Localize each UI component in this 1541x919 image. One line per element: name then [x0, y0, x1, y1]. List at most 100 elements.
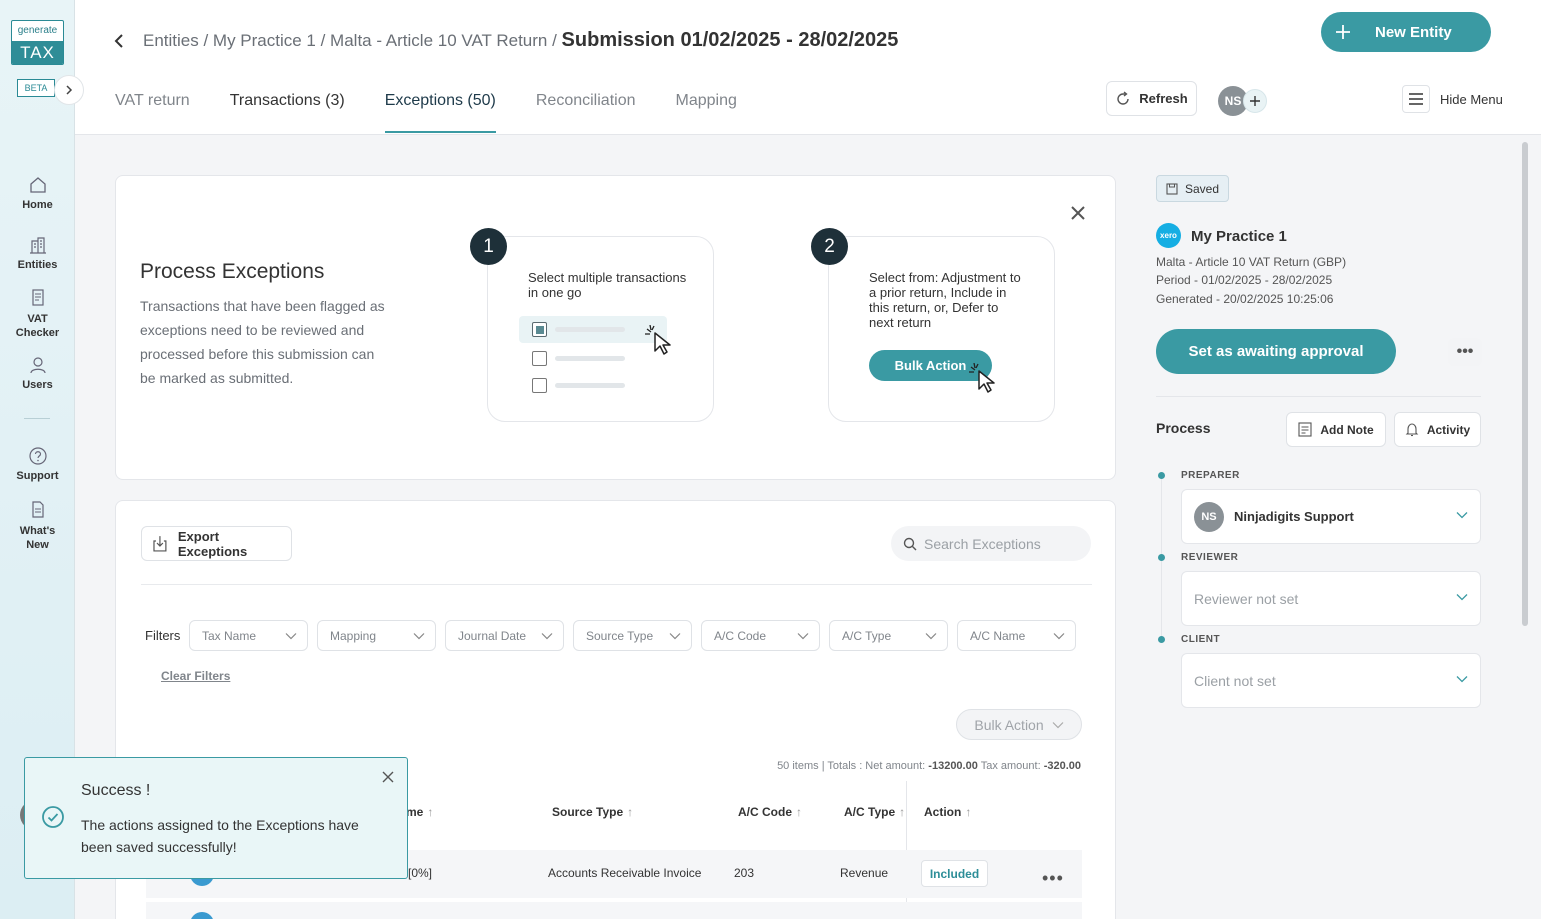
row-indicator [190, 912, 214, 919]
refresh-icon [1117, 90, 1129, 105]
chevron-down-icon [1456, 676, 1468, 683]
tab-reconciliation[interactable]: Reconciliation [536, 92, 636, 133]
new-entity-button[interactable]: New Entity [1321, 12, 1491, 52]
totals-summary: 50 items | Totals : Net amount: -13200.0… [777, 760, 1081, 772]
filter-ac-code[interactable]: A/C Code [701, 620, 820, 651]
scrollbar-thumb[interactable] [1522, 142, 1528, 626]
breadcrumb-path[interactable]: Entities / My Practice 1 / Malta - Artic… [143, 31, 557, 50]
filter-journal-date[interactable]: Journal Date [445, 620, 564, 651]
divider [141, 584, 1092, 585]
logo-bottom-text: TAX [12, 41, 63, 64]
toast-title: Success ! [81, 782, 151, 799]
step-2-illustration: 2 Select from: Adjustment to a prior ret… [811, 228, 1055, 422]
chevron-down-icon [1456, 594, 1468, 601]
reviewer-select[interactable]: Reviewer not set [1181, 571, 1481, 626]
preparer-select[interactable]: NS Ninjadigits Support [1181, 489, 1481, 544]
chevron-down-icon [1052, 721, 1064, 728]
checkbox-icon [532, 378, 547, 393]
period: Period - 01/02/2025 - 28/02/2025 [1156, 273, 1333, 287]
generated-timestamp: Generated - 20/02/2025 10:25:06 [1156, 292, 1334, 306]
tab-mapping[interactable]: Mapping [675, 92, 736, 133]
chevron-left-icon [114, 34, 123, 48]
column-header-source-type[interactable]: Source Type ↑ [552, 805, 633, 819]
export-exceptions-button[interactable]: Export Exceptions [141, 526, 292, 561]
sidebar-item-support[interactable]: Support [0, 446, 75, 482]
search-icon [903, 537, 917, 550]
refresh-button[interactable]: Refresh [1106, 81, 1197, 116]
new-entity-label: New Entity [1375, 23, 1452, 41]
note-icon [1298, 422, 1312, 437]
add-user-button[interactable] [1243, 89, 1267, 113]
sidebar-item-home[interactable]: Home [0, 175, 75, 211]
checkbox-checked-icon [532, 322, 547, 337]
sidebar-expand-button[interactable] [54, 75, 84, 105]
clear-filters-link[interactable]: Clear Filters [161, 669, 230, 683]
filter-mapping[interactable]: Mapping [317, 620, 436, 651]
sort-arrow-icon: ↑ [965, 805, 972, 819]
chevron-down-icon [925, 632, 937, 639]
news-icon [31, 501, 44, 518]
sidebar-item-entities[interactable]: Entities [0, 235, 75, 271]
refresh-label: Refresh [1139, 91, 1188, 106]
beta-badge: BETA [17, 79, 55, 97]
scrollbar[interactable] [1520, 136, 1530, 919]
building-icon [29, 237, 46, 254]
chevron-right-icon [66, 85, 73, 95]
logo-top-text: generate [17, 25, 58, 36]
app-logo[interactable]: generate TAX [11, 20, 64, 65]
close-icon[interactable] [1069, 204, 1087, 222]
activity-button[interactable]: Activity [1394, 412, 1481, 447]
plus-icon [1327, 16, 1359, 48]
bulk-action-button[interactable]: Bulk Action [956, 709, 1082, 740]
client-label: CLIENT [1181, 634, 1221, 645]
close-icon[interactable] [381, 770, 395, 784]
more-options-icon[interactable]: ••• [1448, 338, 1482, 366]
step-text: Select from: Adjustment to a prior retur… [869, 270, 1021, 330]
filter-ac-name[interactable]: A/C Name [957, 620, 1076, 651]
checkbox-icon [532, 351, 547, 366]
tab-transactions[interactable]: Transactions (3) [230, 92, 345, 133]
back-button[interactable] [113, 30, 131, 52]
client-select[interactable]: Client not set [1181, 653, 1481, 708]
hide-menu-button[interactable]: Hide Menu [1402, 85, 1503, 113]
column-header-ac-code[interactable]: A/C Code ↑ [738, 805, 802, 819]
search-input[interactable] [924, 535, 1084, 552]
saved-status-badge: Saved [1156, 175, 1229, 202]
filter-source-type[interactable]: Source Type [573, 620, 692, 651]
add-note-button[interactable]: Add Note [1286, 412, 1386, 447]
timeline-dot [1158, 472, 1165, 479]
breadcrumb: Entities / My Practice 1 / Malta - Artic… [143, 29, 898, 52]
sidebar-item-label: Entities [17, 259, 58, 271]
cell-ac-code: 203 [734, 866, 755, 880]
sidebar-item-users[interactable]: Users [0, 355, 75, 391]
page-header: Entities / My Practice 1 / Malta - Artic… [75, 0, 1541, 135]
export-label: Export Exceptions [177, 528, 248, 559]
set-awaiting-approval-button[interactable]: Set as awaiting approval [1156, 329, 1396, 374]
chevron-down-icon [1053, 632, 1065, 639]
row-more-icon[interactable]: ••• [1042, 868, 1064, 889]
sidebar-item-vat-checker[interactable]: VAT Checker [0, 288, 75, 340]
status-badge[interactable]: Included [921, 860, 988, 887]
chevron-down-icon [797, 632, 809, 639]
table-row[interactable] [146, 902, 1082, 919]
tab-vat-return[interactable]: VAT return [115, 92, 190, 133]
demo-checkbox-row [532, 351, 625, 366]
bell-icon [1405, 423, 1419, 437]
step-text: Select multiple transactions in one go [528, 270, 687, 300]
timeline-dot [1158, 636, 1165, 643]
demo-checkbox-row [532, 322, 625, 337]
column-header-ac-type[interactable]: A/C Type ↑ [844, 805, 905, 819]
sidebar-item-whats-new[interactable]: What's New [0, 500, 75, 552]
preparer-name: Ninjadigits Support [1234, 509, 1354, 524]
tab-exceptions[interactable]: Exceptions (50) [384, 92, 496, 133]
cell-ac-type: Revenue [840, 866, 889, 880]
hide-menu-label: Hide Menu [1440, 91, 1503, 107]
filter-ac-type[interactable]: A/C Type [829, 620, 948, 651]
chevron-down-icon [541, 632, 553, 639]
column-header-name[interactable]: me ↑ [406, 805, 433, 819]
chevron-down-icon [1456, 512, 1468, 519]
filter-tax-name[interactable]: Tax Name [189, 620, 308, 651]
intro-description: Transactions that have been flagged as e… [140, 298, 385, 386]
plus-icon [1250, 96, 1260, 106]
column-header-action[interactable]: Action ↑ [924, 805, 971, 819]
